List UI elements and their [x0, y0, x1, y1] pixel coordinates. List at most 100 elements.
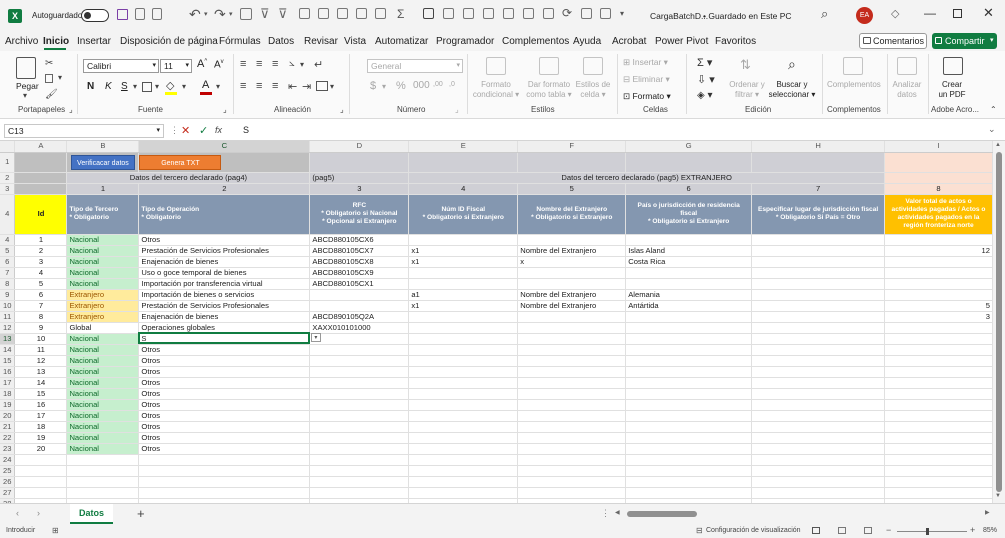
row-header[interactable]: 3	[0, 183, 16, 195]
cell-pais[interactable]	[625, 234, 753, 246]
column-header-h[interactable]: H	[751, 141, 886, 153]
insert-function-button[interactable]: fx	[215, 125, 222, 135]
fill-color-icon[interactable]: ◇	[166, 79, 174, 92]
cell-tipo-operacion[interactable]: Importación de bienes o servicios	[138, 289, 311, 301]
cell-id[interactable]: 7	[14, 300, 68, 312]
underline-button[interactable]: S	[121, 81, 128, 92]
cell-rfc[interactable]	[309, 344, 410, 356]
cell-num-id[interactable]	[408, 443, 519, 455]
row-header[interactable]: 2	[0, 172, 16, 184]
row-header[interactable]: 5	[0, 245, 16, 257]
cell-id[interactable]: 1	[14, 234, 68, 246]
cell[interactable]	[138, 487, 311, 499]
sort-filter-button[interactable]: Ordenar y filtrar ▾	[727, 80, 767, 100]
increase-decimal-icon[interactable]: ,00	[433, 81, 443, 88]
cell-lugar[interactable]	[751, 278, 886, 290]
column-header-g[interactable]: G	[625, 141, 753, 153]
cell[interactable]	[14, 152, 68, 173]
cell-num-id[interactable]	[408, 267, 519, 279]
column-index[interactable]: 6	[625, 183, 753, 195]
cell-tipo-operacion[interactable]: Otros	[138, 355, 311, 367]
filter-icon[interactable]: ⊽	[260, 6, 270, 22]
cell-lugar[interactable]	[751, 366, 886, 378]
cell-nombre[interactable]	[517, 388, 627, 400]
cell-nombre[interactable]	[517, 410, 627, 422]
cell-pais[interactable]	[625, 443, 753, 455]
header-lugar-jurisdiccion[interactable]: Especificar lugar de jurisdicción fiscal…	[751, 194, 886, 235]
orientation-dropdown-icon[interactable]: ▾	[300, 60, 304, 69]
cell-rfc[interactable]: ABCD890105Q2A	[309, 311, 410, 323]
align-center-icon[interactable]: ≡	[256, 80, 262, 92]
cell-id[interactable]: 11	[14, 344, 68, 356]
scroll-thumb[interactable]	[996, 152, 1002, 492]
cell[interactable]	[884, 487, 993, 499]
cell-num-id[interactable]	[408, 344, 519, 356]
zoom-in-icon[interactable]: +	[970, 525, 975, 535]
cell-rfc[interactable]: ABCD880105CX7	[309, 245, 410, 257]
cell-id[interactable]: 4	[14, 267, 68, 279]
group-header-pag4[interactable]: Datos del tercero declarado (pag4)	[66, 172, 311, 184]
row-header[interactable]: 18	[0, 388, 16, 400]
cell-lugar[interactable]	[751, 399, 886, 411]
cell-styles-button[interactable]: Estilos de celda ▾	[572, 80, 614, 100]
cell-tipo-operacion[interactable]: Otros	[138, 432, 311, 444]
chart-icon[interactable]	[299, 8, 310, 19]
cell-styles-icon[interactable]	[583, 57, 603, 75]
percent-icon[interactable]: %	[396, 80, 406, 92]
row-header[interactable]: 20	[0, 410, 16, 422]
camera-icon[interactable]	[600, 8, 611, 19]
cell[interactable]	[14, 172, 68, 184]
cell-num-id[interactable]	[408, 311, 519, 323]
cell-valor[interactable]	[884, 322, 993, 334]
cell-valor[interactable]	[884, 388, 993, 400]
cell-valor[interactable]	[884, 355, 993, 367]
sort-icon[interactable]	[240, 8, 252, 20]
copy-icon[interactable]	[45, 74, 53, 83]
freeze-icon[interactable]	[463, 8, 474, 19]
cell-lugar[interactable]	[751, 410, 886, 422]
cell[interactable]	[625, 454, 753, 466]
borders-dropdown-icon[interactable]: ▾	[155, 82, 159, 91]
cell-id[interactable]: 5	[14, 278, 68, 290]
header-num-id-fiscal[interactable]: Núm ID Fiscal * Obligatorio si Extranjero	[408, 194, 519, 235]
cell[interactable]	[309, 454, 410, 466]
cell[interactable]	[138, 454, 311, 466]
cell-nombre[interactable]: x	[517, 256, 627, 268]
row-header[interactable]: 27	[0, 487, 16, 499]
column-index[interactable]: 2	[138, 183, 311, 195]
cell-tipo-operacion[interactable]: S	[138, 333, 311, 345]
cell[interactable]	[517, 152, 627, 173]
clear-icon[interactable]: ◈ ▾	[697, 90, 713, 101]
cell-pais[interactable]	[625, 377, 753, 389]
cell-pais[interactable]	[625, 432, 753, 444]
cell-rfc[interactable]	[309, 355, 410, 367]
decrease-decimal-icon[interactable]: ,0	[449, 81, 455, 88]
cell-pais[interactable]	[625, 366, 753, 378]
cell[interactable]	[625, 465, 753, 477]
cell-tipo-operacion[interactable]: Importación por transferencia virtual	[138, 278, 311, 290]
column-index[interactable]: 7	[751, 183, 886, 195]
menu-disposicion[interactable]: Disposición de página	[120, 36, 218, 47]
dropdown-arrow-icon[interactable]: ▾	[310, 333, 321, 342]
row-header[interactable]: 17	[0, 377, 16, 389]
autosave-toggle[interactable]	[81, 9, 109, 22]
analyze-data-button[interactable]: Analizar datos	[890, 80, 924, 100]
cell-pais[interactable]	[625, 410, 753, 422]
cell-tipo-operacion[interactable]: Otros	[138, 344, 311, 356]
align-left-icon[interactable]: ≡	[240, 80, 246, 92]
cell-valor[interactable]	[884, 267, 993, 279]
font-shrink-icon[interactable]: Av	[214, 59, 224, 70]
copy-dropdown-icon[interactable]: ▾	[58, 73, 62, 82]
view-icon[interactable]	[543, 8, 554, 19]
tab-scroll-right-icon[interactable]: ›	[37, 508, 40, 518]
align-right-icon[interactable]: ≡	[272, 80, 278, 92]
macro-icon[interactable]	[523, 8, 534, 19]
cell[interactable]	[408, 454, 519, 466]
cell-valor[interactable]	[884, 377, 993, 389]
cell[interactable]: Verificacar datos	[66, 152, 140, 173]
alignment-launcher-icon[interactable]: ⌟	[340, 105, 344, 114]
cell-nombre[interactable]	[517, 333, 627, 345]
menu-automatizar[interactable]: Automatizar	[375, 36, 428, 47]
cell-tipo-operacion[interactable]: Prestación de Servicios Profesionales	[138, 245, 311, 257]
menu-insertar[interactable]: Insertar	[77, 36, 111, 47]
